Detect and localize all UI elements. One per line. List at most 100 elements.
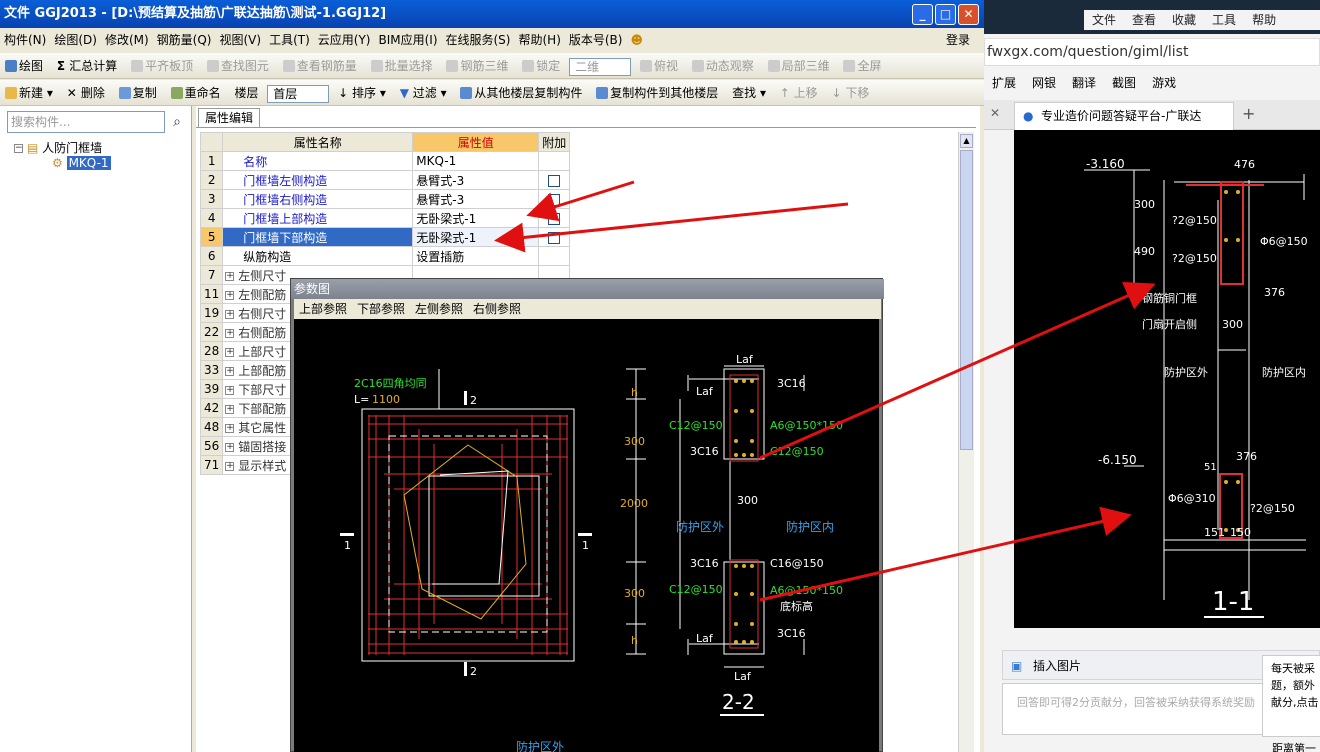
bm-extension[interactable]: 扩展 (984, 76, 1024, 90)
expand-icon[interactable]: + (225, 271, 235, 281)
expand-icon[interactable]: + (225, 309, 235, 319)
vertical-scrollbar[interactable]: ▲ (958, 132, 974, 752)
rename-button[interactable]: 重命名 (166, 80, 226, 106)
delete-button[interactable]: ✕ 删除 (62, 80, 110, 106)
tab-property-edit[interactable]: 属性编辑 (198, 108, 261, 127)
bm-screenshot[interactable]: 截图 (1104, 76, 1144, 90)
copy-to-floor-button[interactable]: 复制构件到其他楼层 (591, 80, 723, 106)
dynamic-view-button[interactable]: 动态观察 (687, 53, 759, 79)
table-row[interactable]: 2 门框墙左侧构造 悬臂式-3 (199, 170, 571, 190)
bm-bank[interactable]: 网银 (1024, 76, 1064, 90)
menu-help[interactable]: 帮助(H) (514, 29, 564, 52)
expand-icon[interactable]: + (225, 423, 235, 433)
copy-icon (118, 87, 131, 99)
expand-icon[interactable]: + (225, 347, 235, 357)
value-cell[interactable]: 无卧梁式-1 (412, 208, 540, 228)
menu-tools[interactable]: 工具(T) (265, 29, 314, 52)
bm-translate[interactable]: 翻译 (1064, 76, 1104, 90)
table-row[interactable]: 6 纵筋构造 设置插筋 (199, 246, 571, 266)
value-cell[interactable]: MKQ-1 (412, 151, 540, 171)
sort-button[interactable]: ↓ 排序 ▾ (333, 80, 391, 106)
expand-icon[interactable]: + (225, 366, 235, 376)
lock-button[interactable]: 锁定 (517, 53, 565, 79)
browser-menu-help[interactable]: 帮助 (1244, 10, 1284, 30)
browser-menu-file[interactable]: 文件 (1084, 10, 1124, 30)
summary-calc-button[interactable]: Σ 汇总计算 (52, 53, 122, 79)
tree-root[interactable]: − ▤ 人防门框墙 (14, 139, 102, 156)
add-checkbox[interactable] (548, 193, 561, 206)
login-link[interactable]: 登录 (942, 29, 974, 52)
value-cell[interactable]: 悬臂式-3 (412, 189, 540, 209)
expand-icon[interactable]: + (225, 461, 235, 471)
expand-icon[interactable]: + (225, 442, 235, 452)
dim-h-bottom: h (631, 634, 638, 647)
search-icon[interactable]: ⌕ (166, 111, 188, 133)
rebar-label-2: ?2@150 (1172, 252, 1217, 265)
tree-item-mkq1[interactable]: ⚙ MKQ-1 (52, 156, 111, 170)
menu-online[interactable]: 在线服务(S) (442, 29, 515, 52)
new-button[interactable]: 新建 ▾ (0, 80, 58, 106)
menu-right-ref[interactable]: 右侧参照 (468, 299, 526, 319)
table-row[interactable]: 4 门框墙上部构造 无卧梁式-1 (199, 208, 571, 228)
menu-view[interactable]: 视图(V) (215, 29, 265, 52)
expand-icon[interactable]: + (225, 404, 235, 414)
copy-button[interactable]: 复制 (114, 80, 162, 106)
batch-select-button[interactable]: 批量选择 (366, 53, 438, 79)
new-tab-icon[interactable]: + (1242, 104, 1255, 123)
top-view-button[interactable]: 俯视 (635, 53, 683, 79)
menu-bim[interactable]: BIM应用(I) (374, 29, 441, 52)
view-rebar-qty-button[interactable]: 查看钢筋量 (278, 53, 362, 79)
expand-icon[interactable]: + (225, 328, 235, 338)
maximize-button[interactable]: □ (935, 4, 956, 25)
browser-menu-fav[interactable]: 收藏 (1164, 10, 1204, 30)
bm-games[interactable]: 游戏 (1144, 76, 1184, 90)
align-slab-top-button[interactable]: 平齐板顶 (126, 53, 198, 79)
find-element-button[interactable]: 查找图元 (202, 53, 274, 79)
browser-tab-active[interactable]: ● 专业造价问题答疑平台-广联达 (1014, 102, 1234, 130)
table-row[interactable]: 1 名称 MKQ-1 (199, 151, 571, 171)
copy-from-floor-button[interactable]: 从其他楼层复制构件 (455, 80, 587, 106)
minimize-button[interactable]: _ (912, 4, 933, 25)
collapse-icon[interactable]: − (14, 144, 23, 153)
value-cell[interactable]: 悬臂式-3 (412, 170, 540, 190)
browser-tab-title: 专业造价问题答疑平台-广联达 (1041, 109, 1202, 123)
local-3d-button[interactable]: 局部三维 (763, 53, 835, 79)
menu-cloud[interactable]: 云应用(Y) (314, 29, 375, 52)
browser-menu-view[interactable]: 查看 (1124, 10, 1164, 30)
value-cell[interactable]: 无卧梁式-1 (412, 227, 540, 247)
menu-version[interactable]: 版本号(B) (565, 29, 627, 52)
plan-opening (428, 475, 540, 597)
laf-bottom: Laf (734, 670, 752, 683)
close-button[interactable]: ✕ (958, 4, 979, 25)
menu-left-ref[interactable]: 左侧参照 (410, 299, 468, 319)
menu-top-ref[interactable]: 上部参照 (294, 299, 352, 319)
expand-icon[interactable]: + (225, 385, 235, 395)
pencil-icon (5, 60, 17, 72)
menu-component[interactable]: 构件(N) (0, 29, 50, 52)
menu-draw[interactable]: 绘图(D) (50, 29, 101, 52)
move-up-button[interactable]: ↑ 上移 (775, 80, 823, 106)
address-bar[interactable]: fwxgx.com/question/giml/list (984, 38, 1320, 66)
menu-modify[interactable]: 修改(M) (101, 29, 153, 52)
menu-rebar-qty[interactable]: 钢筋量(Q) (153, 29, 216, 52)
view-mode-select[interactable]: 二维 (569, 57, 632, 76)
table-row[interactable]: 3 门框墙右侧构造 悬臂式-3 (199, 189, 571, 209)
search-input[interactable]: 搜索构件... (7, 111, 165, 133)
expand-icon[interactable]: + (225, 290, 235, 300)
browser-menu-tools[interactable]: 工具 (1204, 10, 1244, 30)
floor-select[interactable]: 首层 (267, 84, 330, 103)
value-cell[interactable]: 设置插筋 (412, 246, 540, 266)
filter-button[interactable]: ▼ 过滤 ▾ (395, 80, 452, 106)
find-button[interactable]: 查找 ▾ (727, 80, 771, 106)
add-checkbox[interactable] (548, 212, 561, 225)
helmet-icon[interactable]: ☻ (626, 29, 647, 52)
add-checkbox[interactable] (548, 174, 561, 187)
menu-bottom-ref[interactable]: 下部参照 (352, 299, 410, 319)
draw-button[interactable]: 绘图 (0, 53, 48, 79)
table-row-selected[interactable]: 5 门框墙下部构造 无卧梁式-1 (199, 227, 571, 247)
fullscreen-button[interactable]: 全屏 (838, 53, 886, 79)
add-checkbox[interactable] (548, 231, 561, 244)
move-down-button[interactable]: ↓ 下移 (827, 80, 875, 106)
rebar-3d-button[interactable]: 钢筋三维 (441, 53, 513, 79)
close-tab-icon[interactable]: ✕ (990, 106, 1000, 120)
